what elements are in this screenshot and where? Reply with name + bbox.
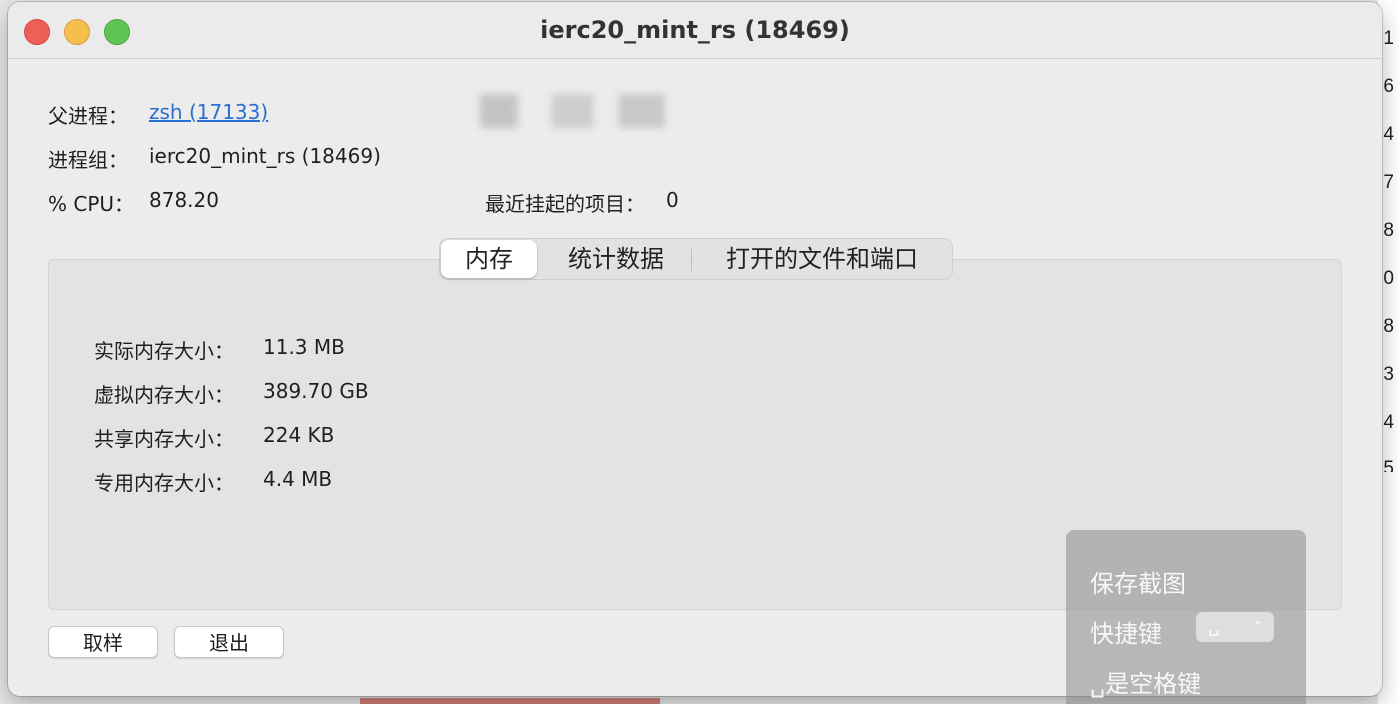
background-digit: 4 <box>1383 412 1394 433</box>
save-screenshot-label[interactable]: 保存截图 <box>1090 564 1186 599</box>
background-digit: 6 <box>1383 76 1394 97</box>
parent-process-label: 父进程： <box>48 104 128 128</box>
background-digit: 5 <box>1383 458 1394 472</box>
redacted-user-info <box>480 94 690 128</box>
background-digit: 4 <box>1383 124 1394 145</box>
background-app-fragment <box>360 698 660 704</box>
background-digit: 0 <box>1383 268 1394 289</box>
background-digit: 8 <box>1383 220 1394 241</box>
recent-suspended-value: 0 <box>666 188 679 212</box>
background-digit: 3 <box>1383 364 1394 385</box>
background-digit: 1 <box>1383 28 1394 49</box>
shared-memory-value: 224 KB <box>263 423 335 447</box>
tab-separator <box>691 249 692 271</box>
shortcut-select-value: ␣ <box>1208 616 1220 637</box>
process-group-value: ierc20_mint_rs (18469) <box>149 144 381 168</box>
parent-process-link[interactable]: zsh (17133) <box>149 100 268 124</box>
sample-button[interactable]: 取样 <box>48 626 158 658</box>
title-bar[interactable]: ierc20_mint_rs (18469) <box>8 2 1382 59</box>
real-memory-value: 11.3 MB <box>263 335 345 359</box>
real-memory-label: 实际内存大小： <box>94 339 234 363</box>
background-digit: 7 <box>1383 172 1394 193</box>
private-memory-label: 专用内存大小： <box>94 471 234 495</box>
quit-button[interactable]: 退出 <box>174 626 284 658</box>
cpu-label: % CPU： <box>48 192 135 216</box>
private-memory-value: 4.4 MB <box>263 467 333 491</box>
process-group-label: 进程组： <box>48 148 128 172</box>
virtual-memory-value: 389.70 GB <box>263 379 369 403</box>
shortcut-select[interactable]: ␣ ⌃ <box>1196 612 1274 642</box>
tab-bar: 内存 统计数据 打开的文件和端口 <box>439 238 953 280</box>
virtual-memory-label: 虚拟内存大小： <box>94 383 234 407</box>
background-digit: 8 <box>1383 316 1394 337</box>
cpu-value: 878.20 <box>149 188 219 212</box>
window-title: ierc20_mint_rs (18469) <box>540 16 850 44</box>
tab-memory[interactable]: 内存 <box>441 240 537 278</box>
tab-open-files-ports[interactable]: 打开的文件和端口 <box>700 239 944 279</box>
screenshot-tool-overlay: 保存截图 快捷键 ␣ ⌃ ␣是空格键 <box>1066 530 1306 704</box>
recent-suspended-label: 最近挂起的项目： <box>485 192 645 216</box>
updown-chevron-icon: ⌃ <box>1252 619 1264 635</box>
shared-memory-label: 共享内存大小： <box>94 427 234 451</box>
shortcut-label: 快捷键 <box>1090 620 1162 648</box>
space-key-note: ␣是空格键 <box>1090 670 1202 698</box>
tab-statistics[interactable]: 统计数据 <box>546 239 686 279</box>
